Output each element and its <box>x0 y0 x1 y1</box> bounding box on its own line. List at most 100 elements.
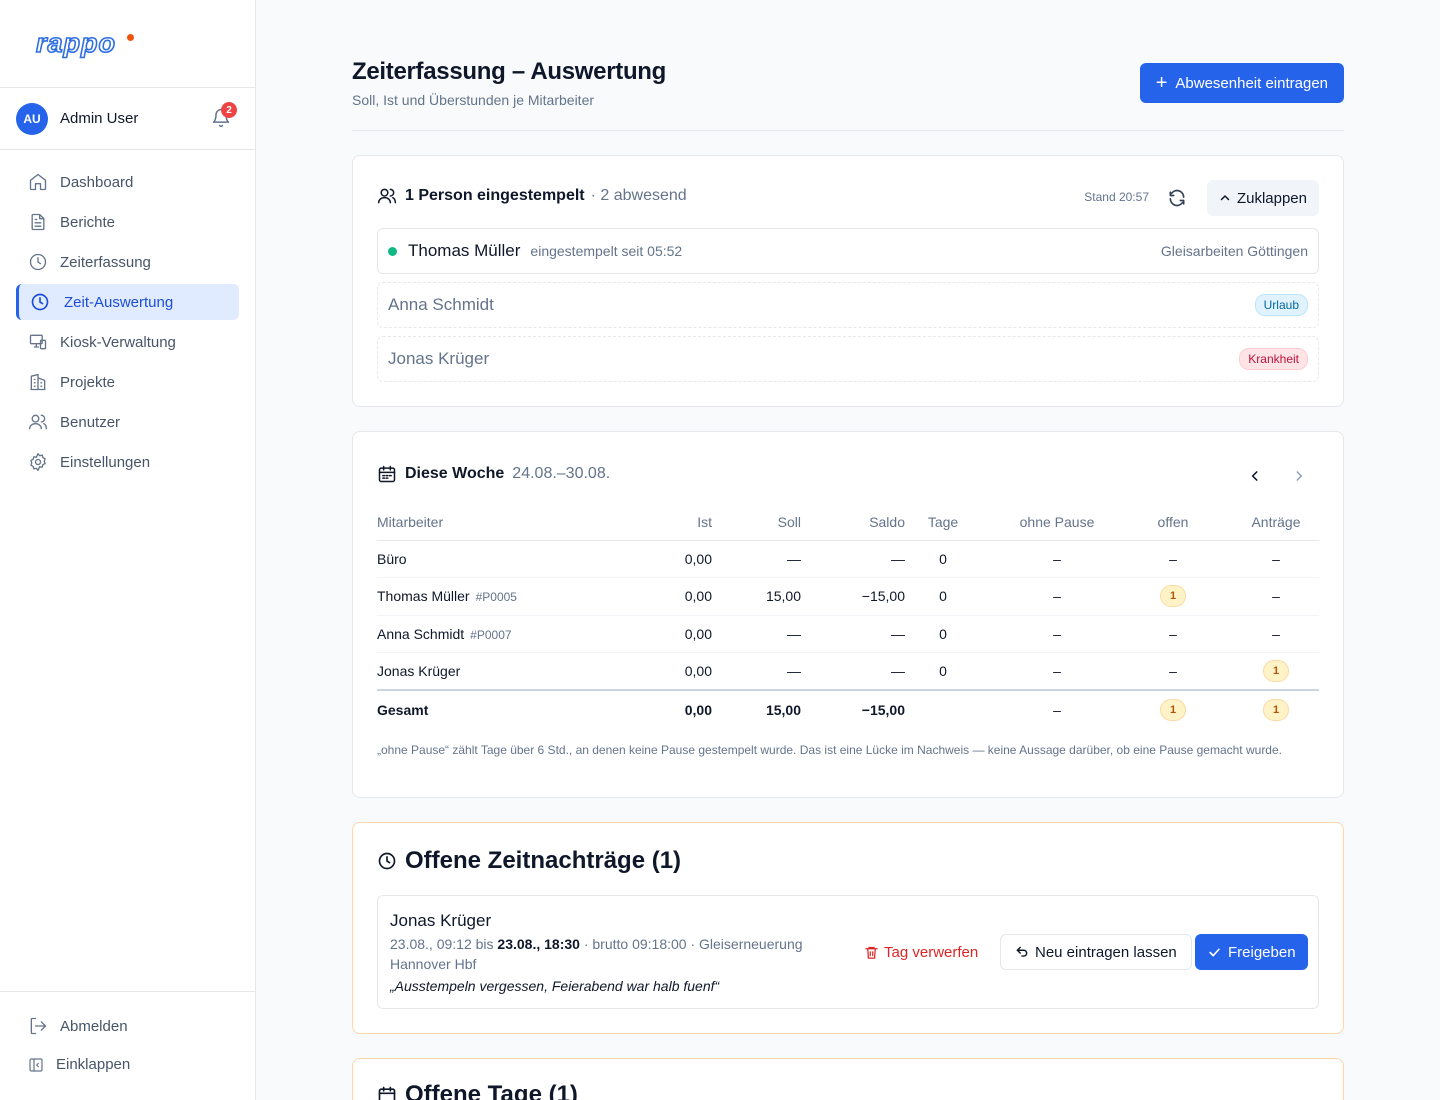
employee-name: Anna Schmidt <box>377 625 465 642</box>
table-row[interactable]: Thomas Müller #P0005 0,00 15,00 −15,00 0 … <box>377 577 1319 616</box>
open-days-card: Offene Tage (1) <box>352 1058 1344 1100</box>
offen-cell: – <box>1133 540 1213 578</box>
next-week-button[interactable] <box>1289 466 1309 486</box>
sidebar-item-berichte[interactable]: Berichte <box>16 204 239 240</box>
user-area: AU Admin User 2 <box>0 88 255 150</box>
column-header[interactable]: offen <box>1133 504 1213 541</box>
online-indicator <box>388 246 397 256</box>
sidebar-item-projekte[interactable]: Projekte <box>16 364 239 400</box>
sidebar-item-dashboard[interactable]: Dashboard <box>16 164 239 200</box>
sidebar-item-einstellungen[interactable]: Einstellungen <box>16 444 239 480</box>
page-title: Zeiterfassung – Auswertung <box>352 58 667 85</box>
column-header[interactable]: Saldo <box>801 504 905 541</box>
ohne-pause-cell: – <box>981 615 1133 653</box>
total-label: Gesamt <box>377 689 627 728</box>
sidebar-collapse-icon <box>29 1057 43 1072</box>
requests-total-badge: 1 <box>1263 698 1289 721</box>
chevron-left-icon <box>1251 471 1258 481</box>
table-row[interactable]: Jonas Krüger 0,00 — — 0 – – 1 <box>377 652 1319 691</box>
collapse-sidebar-button[interactable]: Einklappen <box>28 1056 130 1073</box>
home-icon <box>28 172 48 192</box>
last-updated: Stand 20:57 <box>1084 190 1149 204</box>
column-header[interactable]: Soll <box>712 504 801 541</box>
clock-icon <box>28 252 48 272</box>
avatar[interactable]: AU <box>16 103 48 135</box>
employee-id: #P0005 <box>475 590 517 605</box>
offen-cell: – <box>1133 615 1213 653</box>
tage-cell: 0 <box>905 577 981 616</box>
presence-card: 1 Person eingestempelt · 2 abwesend Stan… <box>352 155 1344 407</box>
open-days-title: Offene Tage (1) <box>377 1081 578 1100</box>
refresh-icon[interactable] <box>1167 188 1187 208</box>
discard-day-button[interactable]: Tag verwerfen <box>864 934 978 970</box>
column-header[interactable]: ohne Pause <box>981 504 1133 541</box>
sidebar-nav: Dashboard Berichte Zeiterfassung Zeit-Au… <box>16 164 239 484</box>
absent-person-row[interactable]: Jonas Krüger Krankheit <box>377 336 1319 382</box>
table-row[interactable]: Anna Schmidt #P0007 0,00 — — 0 – – – <box>377 615 1319 653</box>
notification-badge: 2 <box>221 102 237 118</box>
absent-person-row[interactable]: Anna Schmidt Urlaub <box>377 282 1319 328</box>
sidebar-item-label: Dashboard <box>60 173 134 191</box>
entry-to: 23.08., 18:30 <box>497 936 580 952</box>
check-icon <box>1207 945 1222 960</box>
logout-label: Abmelden <box>60 1017 128 1035</box>
app-logo[interactable]: rappo <box>35 27 116 59</box>
saldo-cell: — <box>801 540 905 578</box>
sidebar-item-label: Berichte <box>60 213 116 231</box>
saldo-cell: −15,00 <box>801 577 905 616</box>
table-header-row: Mitarbeiter Ist Soll Saldo Tage ohne Pau… <box>377 504 1319 541</box>
ist-total: 0,00 <box>627 689 712 728</box>
ohne-pause-cell: – <box>981 577 1133 616</box>
open-count-badge[interactable]: 1 <box>1160 585 1186 608</box>
collapse-presence-button[interactable]: Zuklappen <box>1206 180 1319 216</box>
employee-name: Büro <box>377 550 407 567</box>
approve-button[interactable]: Freigeben <box>1195 934 1308 970</box>
page-header: Zeiterfassung – Auswertung Soll, Ist und… <box>352 56 1344 131</box>
column-header[interactable]: Tage <box>905 504 981 541</box>
ohne-pause-total: – <box>981 689 1133 728</box>
footnote: „ohne Pause“ zählt Tage über 6 Std., an … <box>377 743 1282 757</box>
clock-in-time: eingestempelt seit 05:52 <box>530 243 683 259</box>
sidebar-item-label: Kiosk-Verwaltung <box>60 333 176 351</box>
discard-label: Tag verwerfen <box>884 943 979 961</box>
table-row[interactable]: Büro 0,00 — — 0 – – – <box>377 540 1319 578</box>
sidebar-item-zeiterfassung[interactable]: Zeiterfassung <box>16 244 239 280</box>
requests-count-badge[interactable]: 1 <box>1263 660 1289 682</box>
sidebar-item-zeit-auswertung[interactable]: Zeit-Auswertung <box>16 284 239 320</box>
entry-person-name: Jonas Krüger <box>390 911 492 930</box>
ist-cell: 0,00 <box>627 652 712 691</box>
sidebar-item-kiosk-verwaltung[interactable]: Kiosk-Verwaltung <box>16 324 239 360</box>
collapse-label: Zuklappen <box>1236 189 1307 207</box>
presence-title: 1 Person eingestempelt <box>405 187 585 204</box>
ist-cell: 0,00 <box>627 540 712 578</box>
saldo-total: −15,00 <box>801 689 905 728</box>
employee-id: #P0007 <box>470 627 512 642</box>
open-entries-title: Offene Zeitnachträge (1) <box>377 847 681 875</box>
entry-meta: 23.08., 09:12 bis 23.08., 18:30 · brutto… <box>390 934 840 974</box>
saldo-cell: — <box>801 652 905 691</box>
sidebar-item-label: Zeit-Auswertung <box>64 293 174 311</box>
sidebar: rappo AU Admin User 2 Dashboard Berichte… <box>0 0 256 1100</box>
sidebar-item-label: Zeiterfassung <box>60 253 151 271</box>
column-header[interactable]: Anträge <box>1213 504 1319 541</box>
previous-week-button[interactable] <box>1245 466 1265 486</box>
person-project: Gleisarbeiten Göttingen <box>1160 243 1308 259</box>
calendar-icon <box>378 465 396 483</box>
entry-from: 23.08., 09:12 bis <box>390 936 498 952</box>
week-table: Mitarbeiter Ist Soll Saldo Tage ohne Pau… <box>377 504 1319 728</box>
absence-badge: Urlaub <box>1254 294 1308 316</box>
request-reentry-button[interactable]: Neu eintragen lassen <box>1000 934 1192 970</box>
active-person-row[interactable]: Thomas Müller eingestempelt seit 05:52 G… <box>377 228 1319 274</box>
person-name: Jonas Krüger <box>388 349 490 368</box>
sidebar-item-benutzer[interactable]: Benutzer <box>16 404 239 440</box>
user-name: Admin User <box>60 110 139 127</box>
column-header[interactable]: Ist <box>627 504 712 541</box>
logout-button[interactable]: Abmelden <box>28 1016 128 1036</box>
employee-name: Jonas Krüger <box>377 663 461 679</box>
add-absence-button[interactable]: + Abwesenheit eintragen <box>1139 63 1344 103</box>
column-header[interactable]: Mitarbeiter <box>377 504 627 541</box>
soll-cell: 15,00 <box>712 577 801 616</box>
saldo-cell: — <box>801 615 905 653</box>
open-days-title-text: Offene Tage (1) <box>405 1081 578 1100</box>
add-absence-label: Abwesenheit eintragen <box>1175 74 1328 92</box>
